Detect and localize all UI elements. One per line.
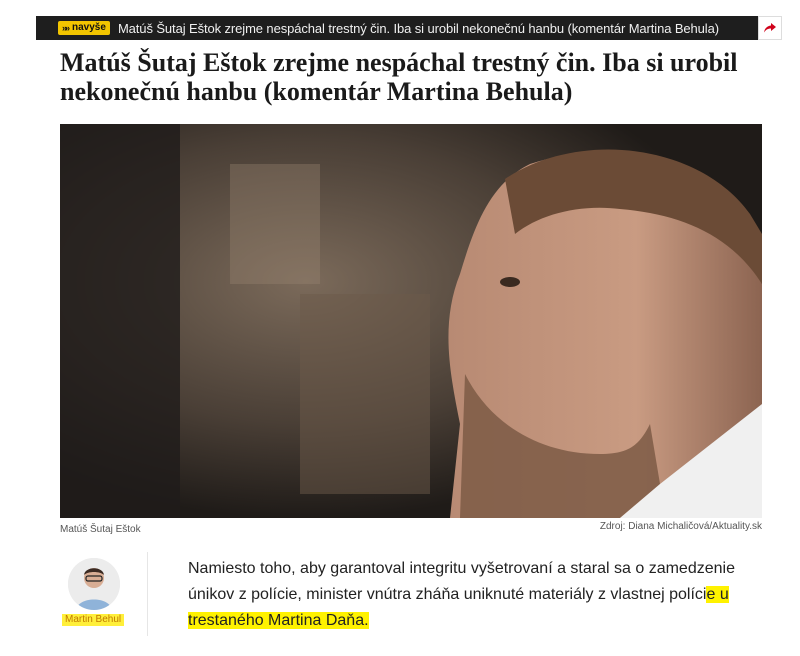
author-box[interactable]: Martin Behul: [60, 552, 148, 636]
article-photo: [60, 124, 762, 518]
author-name-link[interactable]: Martin Behul: [62, 614, 125, 626]
author-avatar[interactable]: [68, 558, 120, 610]
article-headline: Matúš Šutaj Eštok zrejme nespáchal trest…: [60, 48, 738, 106]
photo-caption: Matúš Šutaj Eštok: [60, 524, 141, 535]
top-news-bar[interactable]: »» navyše Matúš Šutaj Eštok zrejme nespá…: [36, 16, 782, 40]
portrait-illustration: [60, 124, 762, 518]
navyse-badge: »» navyše: [58, 21, 110, 35]
share-button[interactable]: [758, 16, 782, 40]
share-arrow-icon: [764, 23, 776, 33]
lead-text: Namiesto toho, aby garantoval integritu …: [188, 560, 735, 603]
double-arrow-icon: »»: [62, 23, 70, 33]
badge-label: navyše: [72, 22, 106, 33]
avatar-illustration: [68, 558, 120, 610]
topbar-article-link[interactable]: Matúš Šutaj Eštok zrejme nespáchal trest…: [118, 21, 719, 36]
photo-source: Zdroj: Diana Michaličová/Aktuality.sk: [599, 521, 762, 532]
article-lead-paragraph: Namiesto toho, aby garantoval integritu …: [188, 556, 758, 634]
